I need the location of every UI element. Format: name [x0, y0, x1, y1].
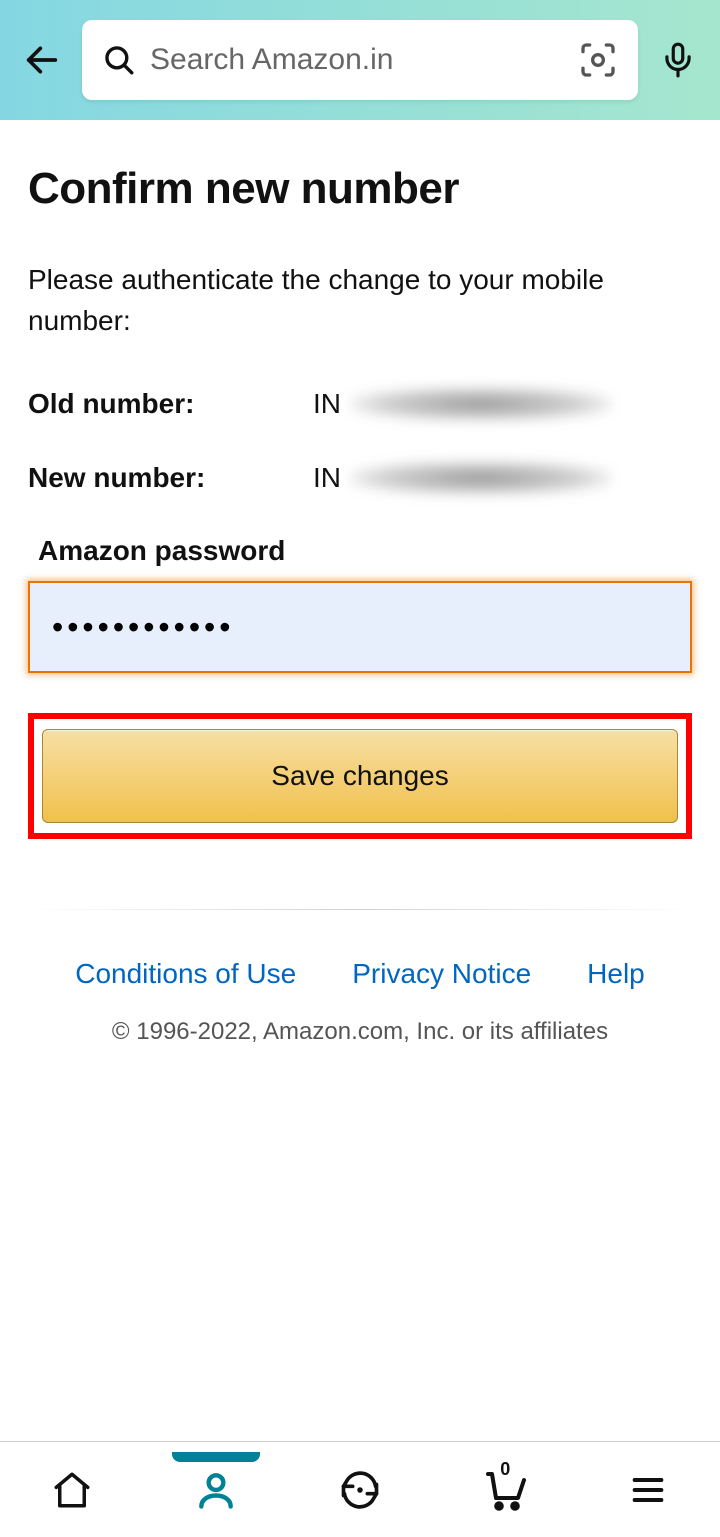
old-number-prefix: IN	[313, 388, 341, 420]
bottom-nav: 0	[0, 1441, 720, 1537]
microphone-icon	[659, 41, 697, 79]
new-number-label: New number:	[28, 462, 313, 494]
new-number-row: New number: IN	[28, 461, 692, 495]
nav-account[interactable]	[184, 1458, 248, 1522]
nav-home[interactable]	[40, 1458, 104, 1522]
footer-links: Conditions of Use Privacy Notice Help	[28, 958, 692, 990]
main-content: Confirm new number Please authenticate t…	[0, 120, 720, 1046]
search-icon	[102, 43, 136, 77]
cart-count-badge: 0	[500, 1459, 510, 1480]
privacy-link[interactable]: Privacy Notice	[352, 958, 531, 990]
back-button[interactable]	[20, 38, 64, 82]
hamburger-icon	[628, 1470, 668, 1510]
new-number-prefix: IN	[313, 462, 341, 494]
help-link[interactable]: Help	[587, 958, 645, 990]
voice-search-button[interactable]	[656, 38, 700, 82]
divider	[28, 909, 692, 910]
save-button-highlight: Save changes	[28, 713, 692, 839]
arrow-left-icon	[22, 40, 62, 80]
password-input[interactable]	[28, 581, 692, 673]
home-icon	[51, 1469, 93, 1511]
save-changes-button[interactable]: Save changes	[42, 729, 678, 823]
search-input[interactable]	[150, 43, 564, 77]
camera-scan-icon[interactable]	[578, 40, 618, 80]
new-number-redacted	[351, 461, 611, 495]
old-number-redacted	[351, 387, 611, 421]
nav-menu[interactable]	[616, 1458, 680, 1522]
search-bar[interactable]	[82, 20, 638, 100]
old-number-label: Old number:	[28, 388, 313, 420]
old-number-row: Old number: IN	[28, 387, 692, 421]
nav-refresh[interactable]	[328, 1458, 392, 1522]
nav-cart[interactable]: 0	[472, 1458, 536, 1522]
copyright-text: © 1996-2022, Amazon.com, Inc. or its aff…	[28, 1018, 692, 1046]
page-title: Confirm new number	[28, 164, 692, 214]
conditions-link[interactable]: Conditions of Use	[75, 958, 296, 990]
top-bar	[0, 0, 720, 120]
nav-active-indicator	[172, 1452, 260, 1462]
password-label: Amazon password	[38, 535, 692, 567]
user-icon	[194, 1468, 238, 1512]
instruction-text: Please authenticate the change to your m…	[28, 260, 692, 341]
refresh-icon	[338, 1468, 382, 1512]
